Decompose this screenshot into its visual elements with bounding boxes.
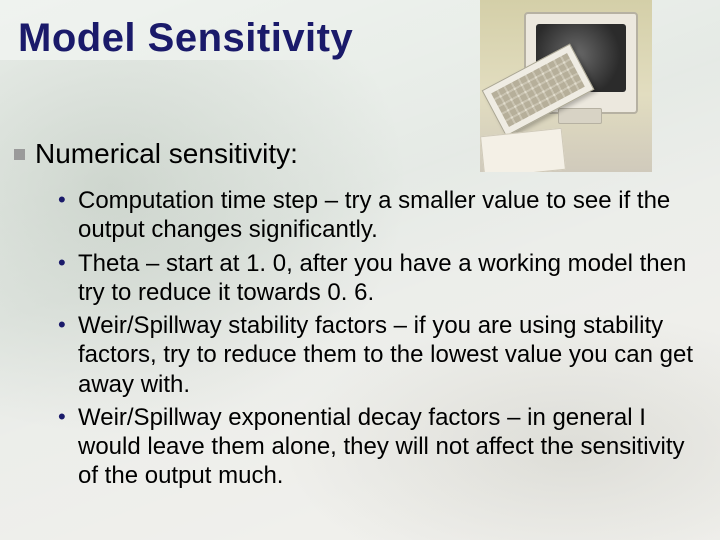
slide: Model Sensitivity Numerical sensitivity:… [0,0,720,540]
list-item: Theta – start at 1. 0, after you have a … [58,249,694,308]
crt-stand-icon [558,108,602,124]
list-item-text: Computation time step – try a smaller va… [78,187,670,243]
list-item-text: Theta – start at 1. 0, after you have a … [78,250,686,306]
list-item: Computation time step – try a smaller va… [58,186,694,245]
list-item-text: Weir/Spillway exponential decay factors … [78,404,685,490]
section-heading: Numerical sensitivity: [35,138,298,170]
bullet-list: Computation time step – try a smaller va… [58,186,694,491]
list-item: Weir/Spillway stability factors – if you… [58,311,694,399]
list-item: Weir/Spillway exponential decay factors … [58,403,694,491]
section-heading-row: Numerical sensitivity: [14,138,694,170]
slide-title: Model Sensitivity [18,16,353,61]
list-item-text: Weir/Spillway stability factors – if you… [78,312,693,398]
section: Numerical sensitivity: Computation time … [14,138,694,495]
bullet-square-icon [14,149,25,160]
